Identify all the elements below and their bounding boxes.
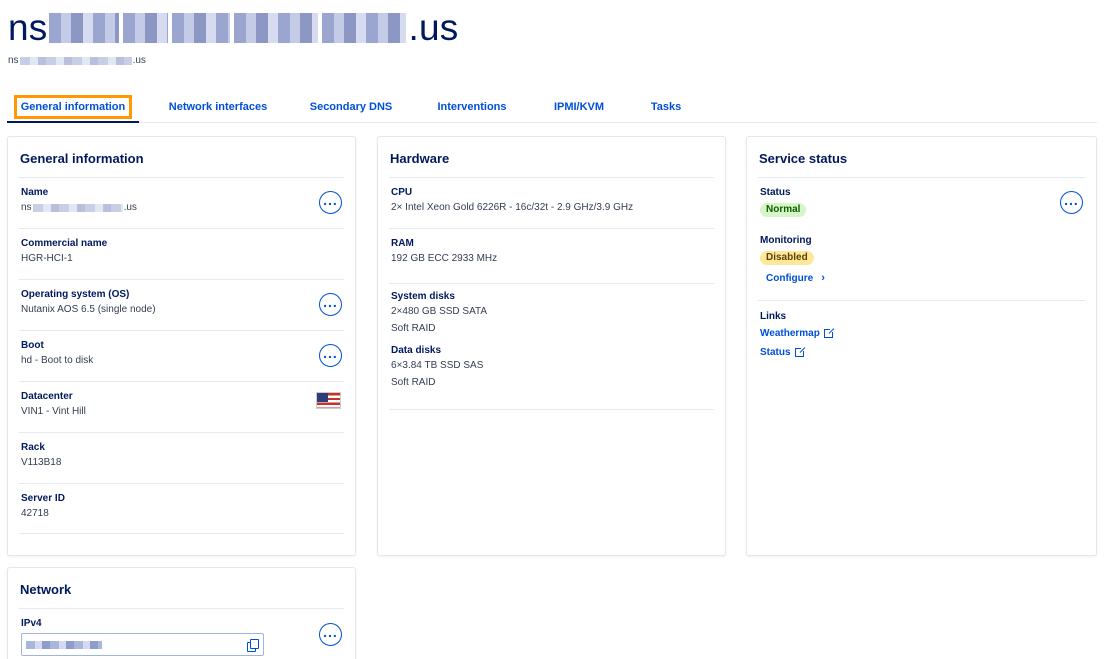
row-label: Operating system (OS) — [21, 289, 130, 300]
page-title: ns .us — [8, 7, 459, 48]
redacted-block — [172, 13, 231, 43]
row-label: Rack — [21, 442, 45, 453]
row-monitoring: Monitoring Disabled Configure › — [758, 228, 1085, 300]
active-tab-indicator — [7, 121, 139, 123]
row-label: Monitoring — [760, 235, 812, 246]
row-commercial-name: Commercial name HGR-HCI-1 — [19, 228, 344, 279]
redacted-block — [49, 13, 120, 43]
row-value: V113B18 — [21, 457, 62, 468]
row-value: hd - Boot to disk — [21, 355, 94, 366]
tab-label: Interventions — [437, 101, 507, 113]
weathermap-label: Weathermap — [760, 328, 820, 339]
tab-bar: General information Network interfaces S… — [7, 92, 1097, 123]
row-value: Soft RAID — [391, 377, 436, 388]
row-status: Status Normal ... — [758, 177, 1085, 228]
service-status-card: Service status Status Normal ... Monitor… — [746, 136, 1097, 556]
row-value: ns .us — [21, 199, 342, 216]
configure-label: Configure — [766, 273, 814, 284]
status-link[interactable]: Status — [760, 344, 806, 361]
row-label: Name — [21, 187, 49, 198]
tab-label: General information — [13, 95, 133, 119]
redacted-block — [322, 13, 407, 43]
row-boot: Boot hd - Boot to disk ... — [19, 330, 344, 381]
tab-secondary-dns[interactable]: Secondary DNS — [303, 92, 399, 122]
row-server-id: Server ID 42718 — [19, 483, 344, 534]
row-value: HGR-HCI-1 — [21, 253, 73, 264]
row-label: Links — [760, 311, 787, 322]
row-value: 2×480 GB SSD SATA — [391, 306, 488, 317]
os-more-button[interactable]: ... — [319, 293, 342, 316]
row-value: VIN1 - Vint Hill — [21, 406, 86, 417]
row-label: Boot — [21, 340, 44, 351]
external-link-icon — [794, 346, 806, 357]
row-datacenter: Datacenter VIN1 - Vint Hill — [19, 381, 344, 432]
general-information-card: General information Name ns .us ... Comm… — [7, 136, 356, 556]
row-disks: System disks 2×480 GB SSD SATA Soft RAID… — [389, 283, 714, 410]
status-link-label: Status — [760, 347, 791, 358]
row-cpu: CPU 2× Intel Xeon Gold 6226R - 16c/32t -… — [389, 177, 714, 228]
row-label: Server ID — [21, 493, 65, 504]
row-value: Nutanix AOS 6.5 (single node) — [21, 304, 156, 315]
row-label: RAM — [391, 238, 414, 249]
tab-tasks[interactable]: Tasks — [641, 92, 691, 122]
card-title: General information — [20, 151, 144, 166]
ipv4-field[interactable] — [21, 633, 264, 656]
tab-label: Tasks — [650, 101, 682, 113]
network-card: Network IPv4 ... — [7, 567, 356, 659]
redacted-block — [32, 203, 123, 212]
redacted-block — [19, 56, 132, 65]
card-title: Service status — [759, 151, 848, 166]
ipv4-more-button[interactable]: ... — [319, 623, 342, 646]
row-value: 2× Intel Xeon Gold 6226R - 16c/32t - 2.9… — [391, 202, 634, 213]
tab-label: IPMI/KVM — [553, 101, 605, 113]
page-subtitle: ns .us — [8, 55, 146, 66]
name-prefix: ns — [21, 202, 32, 213]
row-links: Links Weathermap Status — [758, 300, 1085, 370]
title-suffix: .us — [408, 7, 459, 48]
title-prefix: ns — [8, 7, 48, 48]
card-title: Network — [20, 582, 72, 597]
row-value: 192 GB ECC 2933 MHz — [391, 253, 498, 264]
row-value: Soft RAID — [391, 323, 436, 334]
row-name: Name ns .us ... — [19, 177, 344, 228]
external-link-icon — [823, 327, 835, 338]
redacted-block — [123, 13, 169, 43]
tab-network-interfaces[interactable]: Network interfaces — [159, 92, 277, 122]
row-value: 42718 — [21, 508, 49, 519]
row-ram: RAM 192 GB ECC 2933 MHz — [389, 228, 714, 283]
weathermap-link[interactable]: Weathermap — [760, 325, 835, 342]
row-value: 6×3.84 TB SSD SAS — [391, 360, 484, 371]
row-label: System disks — [391, 291, 455, 302]
row-operating-system: Operating system (OS) Nutanix AOS 6.5 (s… — [19, 279, 344, 330]
boot-more-button[interactable]: ... — [319, 344, 342, 367]
monitoring-badge: Disabled — [760, 251, 814, 265]
name-more-button[interactable]: ... — [319, 191, 342, 214]
hardware-card: Hardware CPU 2× Intel Xeon Gold 6226R - … — [377, 136, 726, 556]
status-badge: Normal — [760, 203, 807, 217]
name-suffix: .us — [123, 202, 137, 213]
configure-link[interactable]: Configure › — [766, 270, 825, 287]
row-label: IPv4 — [21, 618, 42, 629]
redacted-block — [26, 640, 102, 649]
row-label: Datacenter — [21, 391, 73, 402]
row-label: Data disks — [391, 345, 442, 356]
row-label: Commercial name — [21, 238, 108, 249]
tab-general-information[interactable]: General information — [7, 92, 139, 122]
copy-icon[interactable] — [247, 639, 259, 652]
row-ipv4: IPv4 ... — [19, 608, 344, 659]
tab-interventions[interactable]: Interventions — [427, 92, 517, 122]
row-label: Status — [760, 187, 791, 198]
chevron-right-icon: › — [821, 272, 825, 284]
us-flag-icon — [316, 392, 341, 409]
row-label: CPU — [391, 187, 413, 198]
card-title: Hardware — [390, 151, 450, 166]
tab-label: Secondary DNS — [309, 101, 393, 113]
subtitle-prefix: ns — [8, 55, 19, 66]
row-rack: Rack V113B18 — [19, 432, 344, 483]
tab-ipmi-kvm[interactable]: IPMI/KVM — [545, 92, 613, 122]
status-more-button[interactable]: ... — [1060, 191, 1083, 214]
subtitle-suffix: .us — [132, 55, 146, 66]
redacted-block — [234, 13, 319, 43]
tab-label: Network interfaces — [168, 101, 268, 113]
